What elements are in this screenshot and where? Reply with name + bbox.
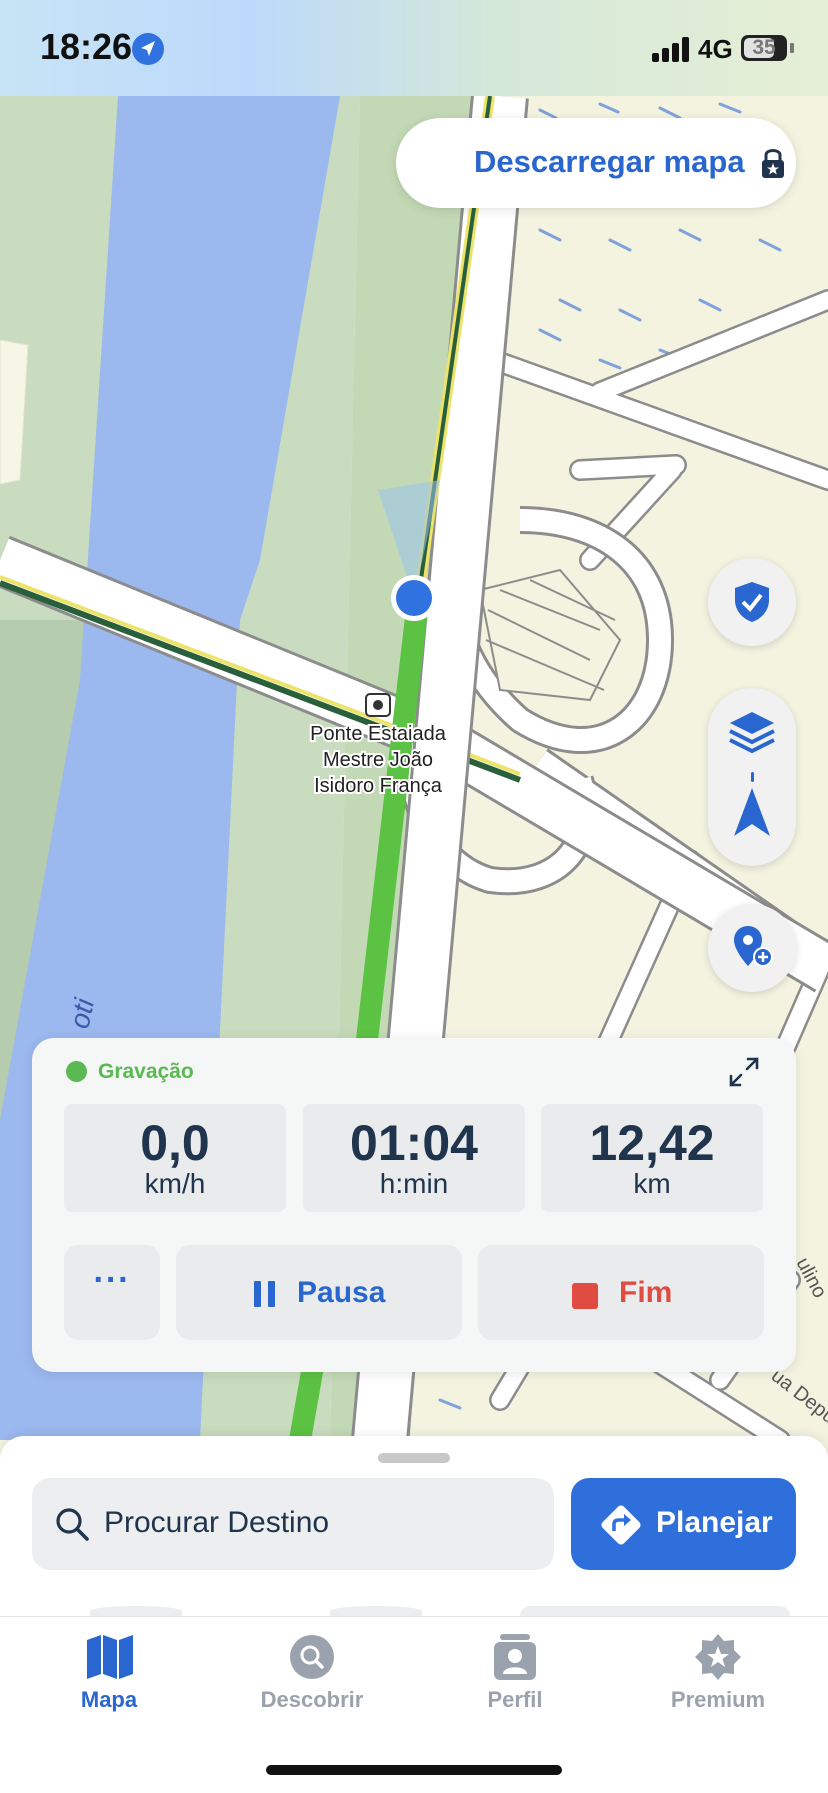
- map-controls: [708, 688, 796, 866]
- speed-value: 0,0: [140, 1115, 210, 1171]
- premium-star-icon: [695, 1634, 741, 1680]
- suggestion-peek: [330, 1606, 422, 1616]
- speed-unit: km/h: [144, 1168, 206, 1199]
- stop-icon: [572, 1283, 598, 1309]
- tab-premium[interactable]: Premium: [638, 1687, 798, 1713]
- compass-north-mark: [751, 772, 754, 782]
- profile-icon: [494, 1634, 536, 1680]
- network-type: 4G: [698, 34, 733, 64]
- lock-icon: [762, 149, 784, 178]
- map-icon: [87, 1635, 133, 1679]
- battery-percent: 35: [752, 36, 776, 59]
- search-icon: [56, 1508, 89, 1541]
- safety-button[interactable]: [708, 558, 796, 646]
- duration-unit: h:min: [379, 1168, 449, 1199]
- suggestion-peek: [90, 1606, 182, 1616]
- distance-value: 12,42: [589, 1115, 715, 1171]
- tab-mapa[interactable]: Mapa: [29, 1687, 189, 1713]
- more-options-button[interactable]: ···: [64, 1245, 160, 1340]
- pin-plus-icon: [734, 926, 773, 967]
- shield-check-icon: [735, 582, 769, 622]
- download-map-label: Descarregar mapa: [474, 144, 745, 179]
- expand-icon[interactable]: [728, 1056, 760, 1088]
- battery-cap: [790, 43, 794, 53]
- poi-label-line-1: Ponte Estaiada: [310, 723, 447, 745]
- home-indicator: [266, 1765, 562, 1775]
- location-services-icon: [132, 33, 164, 65]
- poi-label-line-2: Mestre João: [323, 749, 433, 771]
- sheet-grabber[interactable]: [378, 1453, 450, 1463]
- suggestion-peek: [520, 1606, 790, 1616]
- tab-descobrir[interactable]: Descobrir: [232, 1687, 392, 1713]
- distance-unit: km: [633, 1168, 671, 1199]
- distance-stat: 12,42 km: [541, 1104, 763, 1212]
- plan-route-label: Planejar: [656, 1506, 773, 1539]
- poi-label-line-3: Isidoro França: [314, 775, 443, 797]
- pause-label: Pausa: [297, 1276, 386, 1309]
- duration-stat: 01:04 h:min: [303, 1104, 525, 1212]
- discover-icon: [290, 1635, 334, 1679]
- duration-value: 01:04: [350, 1115, 478, 1171]
- cellular-signal-icon: [652, 36, 692, 62]
- route-diamond-icon: [601, 1505, 641, 1545]
- navigation-arrow-icon[interactable]: [732, 786, 772, 838]
- layers-icon[interactable]: [728, 710, 776, 754]
- more-options-label: ···: [93, 1261, 131, 1299]
- add-place-button[interactable]: [708, 904, 796, 992]
- search-placeholder: Procurar Destino: [104, 1506, 330, 1539]
- tab-perfil[interactable]: Perfil: [435, 1687, 595, 1713]
- status-time: 18:26: [40, 26, 133, 67]
- pause-icon: [254, 1281, 276, 1307]
- battery-icon: 35: [741, 35, 787, 61]
- recording-indicator: [66, 1061, 87, 1082]
- stop-label: Fim: [619, 1276, 673, 1309]
- recording-status: Gravação: [98, 1060, 194, 1083]
- speed-stat: 0,0 km/h: [64, 1104, 286, 1212]
